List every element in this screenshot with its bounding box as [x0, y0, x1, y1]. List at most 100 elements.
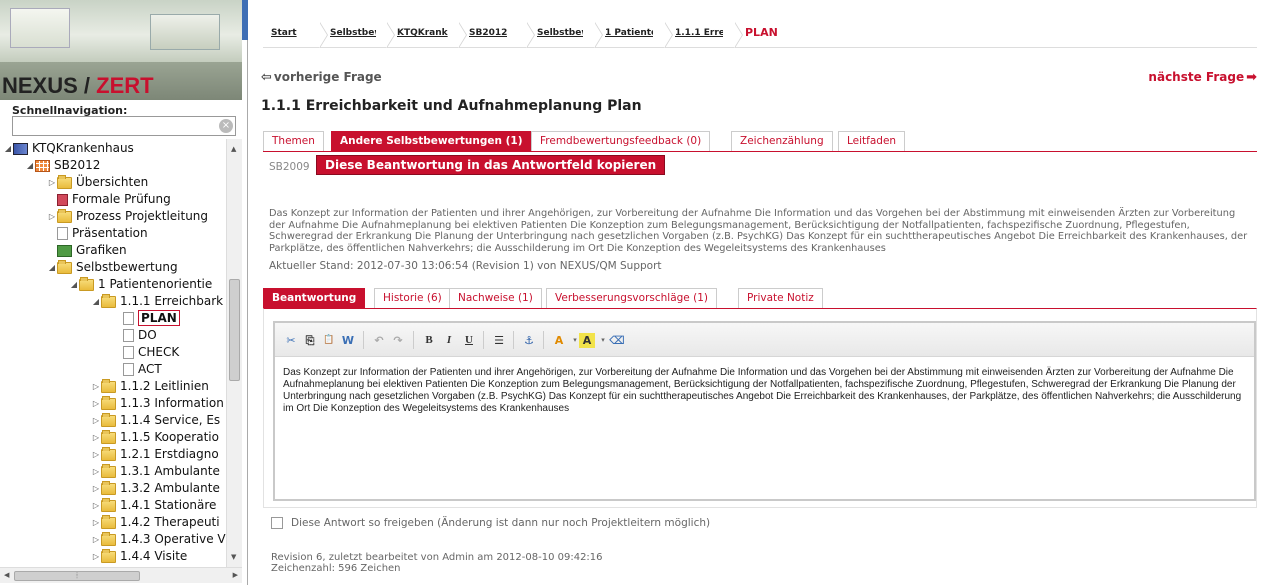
collapsed-triangle-icon[interactable]: ▷ [91, 463, 101, 480]
tree-node[interactable]: ▷ 1.1.3 Information [91, 395, 224, 412]
redo-icon[interactable]: ↷ [390, 333, 406, 348]
collapsed-triangle-icon[interactable]: ▷ [91, 497, 101, 514]
collapsed-triangle-icon[interactable]: ▷ [91, 446, 101, 463]
tree-vertical-scrollbar[interactable]: ▲ ▼ [226, 139, 242, 567]
document-icon [123, 312, 134, 325]
tab[interactable]: Nachweise (1) [449, 288, 542, 308]
tab[interactable]: Zeichenzählung [731, 131, 833, 151]
tree-node[interactable]: ▷ 1.4.3 Operative V [91, 531, 226, 548]
tree-node[interactable]: ▷ 1.1.5 Kooperatio [91, 429, 219, 446]
quicknav-input[interactable] [12, 116, 236, 136]
editor-text[interactable]: Das Konzept zur Information der Patiente… [283, 367, 1248, 415]
scroll-thumb[interactable] [229, 279, 240, 381]
tree-node[interactable]: ◢ Selbstbewertung [47, 259, 178, 276]
collapsed-triangle-icon[interactable]: ▷ [91, 480, 101, 497]
tree-node[interactable]: ◢ 1.1.1 Erreichbark [91, 293, 223, 310]
folder-icon [101, 293, 116, 308]
tab[interactable]: Beantwortung [263, 288, 366, 308]
previous-question-link[interactable]: ⇦ vorherige Frage [261, 70, 382, 85]
tree-node[interactable]: PLAN [113, 310, 180, 327]
character-count: Zeichenzahl: 596 Zeichen [271, 563, 401, 574]
tree-node[interactable]: ▷ 1.4.4 Visite [91, 548, 187, 565]
expanded-triangle-icon[interactable]: ◢ [47, 259, 57, 276]
copy-icon[interactable]: ⎘ [302, 333, 318, 348]
underline-icon[interactable]: U [461, 333, 477, 348]
collapsed-triangle-icon[interactable]: ▷ [91, 531, 101, 548]
text-color-icon[interactable]: A [551, 333, 567, 348]
breadcrumb-separator [594, 22, 605, 48]
tree-node-label: 1.1.4 Service, Es [120, 413, 221, 427]
scroll-up-icon[interactable]: ▲ [231, 145, 236, 153]
tree-node[interactable]: ▷ 1.4.1 Stationäre [91, 497, 216, 514]
clear-icon[interactable]: × [219, 119, 233, 133]
tab[interactable]: Verbesserungsvorschläge (1) [546, 288, 717, 308]
tree-node[interactable]: DO [113, 327, 157, 344]
copy-answer-button[interactable]: Diese Beantwortung in das Antwortfeld ko… [316, 155, 666, 175]
paste-from-word-icon[interactable]: W [340, 333, 356, 348]
sidebar-collapse-grip[interactable] [242, 0, 248, 40]
tab[interactable]: Leitfaden [838, 131, 906, 151]
collapsed-triangle-icon[interactable]: ▷ [91, 548, 101, 565]
scroll-right-icon[interactable]: ▶ [233, 571, 238, 579]
expanded-triangle-icon[interactable]: ◢ [69, 276, 79, 293]
rich-text-editor[interactable]: ✂ ⎘ 📋 W ↶ ↷ B I U ☰ ⚓ A ▾ A ▾ ⌫ Das Konz… [273, 321, 1256, 501]
collapsed-triangle-icon[interactable]: ▷ [47, 174, 57, 191]
collapsed-triangle-icon[interactable]: ▷ [91, 395, 101, 412]
background-color-icon[interactable]: A [579, 333, 595, 348]
tab[interactable]: Andere Selbstbewertungen (1) [331, 131, 532, 151]
italic-icon[interactable]: I [441, 333, 457, 348]
tree-node[interactable]: ◢ 1 Patientenorientie [69, 276, 212, 293]
collapsed-triangle-icon[interactable]: ▷ [47, 208, 57, 225]
release-checkbox[interactable] [271, 517, 283, 529]
tree-node[interactable]: ▷ 1.3.1 Ambulante [91, 463, 220, 480]
tab[interactable]: Themen [263, 131, 324, 151]
tree-node[interactable]: CHECK [113, 344, 179, 361]
tree-node[interactable]: ▷ 1.4.2 Therapeuti [91, 514, 220, 531]
tree-node[interactable]: Grafiken [47, 242, 127, 259]
expanded-triangle-icon[interactable]: ◢ [25, 157, 35, 174]
bold-icon[interactable]: B [421, 333, 437, 348]
tab[interactable]: Fremdbewertungsfeedback (0) [531, 131, 711, 151]
breadcrumb-link[interactable]: Selbstbew [330, 28, 376, 38]
tree-node[interactable]: Präsentation [47, 225, 148, 242]
tree-node[interactable]: ▷ Übersichten [47, 174, 148, 191]
tree-node[interactable]: ▷ 1.2.1 Erstdiagno [91, 446, 219, 463]
tree-node[interactable]: ◢ SB2012 [25, 157, 100, 174]
anchor-icon[interactable]: ⚓ [521, 333, 537, 348]
tree-horizontal-scrollbar[interactable]: ◀ ⦙ ▶ [0, 567, 242, 583]
cut-icon[interactable]: ✂ [283, 333, 299, 348]
scroll-thumb[interactable]: ⦙ [14, 571, 140, 581]
breadcrumb-link[interactable]: Selbstbew [537, 28, 583, 38]
expanded-triangle-icon[interactable]: ◢ [3, 140, 13, 157]
folder-icon [57, 174, 72, 189]
breadcrumb-link[interactable]: SB2012 [469, 28, 507, 38]
tab[interactable]: Private Notiz [738, 288, 823, 308]
bulleted-list-icon[interactable]: ☰ [491, 333, 507, 348]
tree-node[interactable]: ▷ 1.3.2 Ambulante [91, 480, 220, 497]
collapsed-triangle-icon[interactable]: ▷ [91, 412, 101, 429]
tree-node[interactable]: ◢ KTQKrankenhaus [3, 140, 134, 157]
tree-node[interactable]: ▷ 1.1.2 Leitlinien [91, 378, 209, 395]
breadcrumb-link[interactable]: 1 Patiente [605, 28, 653, 38]
breadcrumb-link[interactable]: 1.1.1 Erreic [675, 28, 723, 38]
scroll-left-icon[interactable]: ◀ [4, 571, 9, 579]
tree-node[interactable]: Formale Prüfung [47, 191, 171, 208]
tree-node-label: 1.2.1 Erstdiagno [120, 447, 219, 461]
eraser-icon[interactable]: ⌫ [609, 333, 625, 348]
release-checkbox-label[interactable]: Diese Antwort so freigeben (Änderung ist… [291, 517, 710, 529]
collapsed-triangle-icon[interactable]: ▷ [91, 514, 101, 531]
tree-node[interactable]: ACT [113, 361, 162, 378]
collapsed-triangle-icon[interactable]: ▷ [91, 429, 101, 446]
collapsed-triangle-icon[interactable]: ▷ [91, 378, 101, 395]
breadcrumb-link[interactable]: Start [271, 28, 297, 38]
paste-icon[interactable]: 📋 [321, 333, 337, 348]
next-question-link[interactable]: nächste Frage ➡ [1148, 70, 1257, 85]
undo-icon[interactable]: ↶ [371, 333, 387, 348]
breadcrumb-separator [526, 22, 537, 48]
breadcrumb-link[interactable]: KTQKrank [397, 28, 448, 38]
tree-node[interactable]: ▷ Prozess Projektleitung [47, 208, 208, 225]
expanded-triangle-icon[interactable]: ◢ [91, 293, 101, 310]
tree-node[interactable]: ▷ 1.1.4 Service, Es [91, 412, 220, 429]
scroll-down-icon[interactable]: ▼ [231, 553, 236, 561]
tab[interactable]: Historie (6) [374, 288, 451, 308]
